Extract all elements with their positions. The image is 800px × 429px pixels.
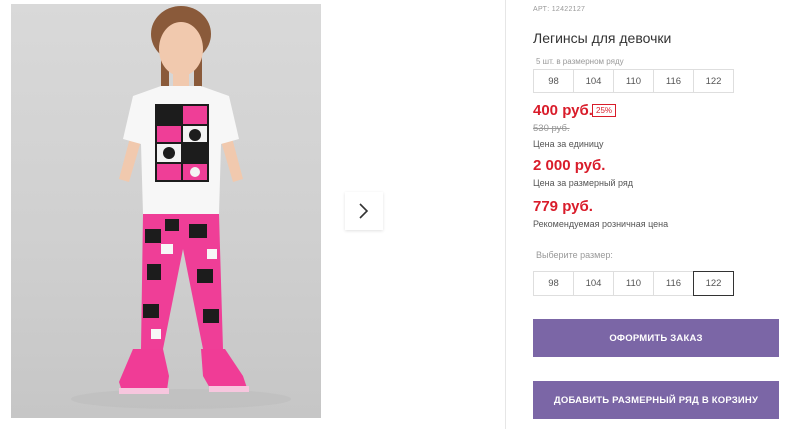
size-selector: 98 104 110 116 122 [533, 271, 734, 296]
product-gallery [0, 0, 506, 429]
choose-size-label: Выберите размер: [536, 250, 613, 260]
product-title: Легинсы для девочки [533, 30, 672, 46]
size-row-list: 98 104 110 116 122 [533, 69, 734, 93]
place-order-button[interactable]: ОФОРМИТЬ ЗАКАЗ [533, 319, 779, 357]
size-row-item: 116 [653, 69, 694, 93]
size-row-label: 5 шт. в размерном ряду [536, 57, 624, 66]
size-option-122[interactable]: 122 [693, 271, 734, 296]
article-number: АРТ: 12422127 [533, 6, 586, 13]
size-row-item: 122 [693, 69, 734, 93]
size-option-98[interactable]: 98 [533, 271, 574, 296]
size-row-item: 98 [533, 69, 574, 93]
product-photo[interactable] [11, 4, 321, 418]
size-row-item: 104 [573, 69, 614, 93]
recommended-price: 779 руб. [533, 198, 593, 215]
add-size-row-to-cart-button[interactable]: ДОБАВИТЬ РАЗМЕРНЫЙ РЯД В КОРЗИНУ [533, 381, 779, 419]
size-option-104[interactable]: 104 [573, 271, 614, 296]
girl-in-leggings-image [71, 6, 291, 409]
discount-badge: 25% [592, 104, 617, 117]
chevron-right-icon [359, 203, 369, 219]
recommended-price-label: Рекомендуемая розничная цена [533, 219, 669, 229]
old-price: 530 руб. [533, 123, 570, 134]
row-price: 2 000 руб. [533, 157, 606, 174]
next-image-button[interactable] [345, 192, 383, 230]
size-option-116[interactable]: 116 [653, 271, 694, 296]
size-row-item: 110 [613, 69, 654, 93]
unit-price-label: Цена за единицу [533, 139, 604, 149]
unit-price: 400 руб. [533, 102, 593, 119]
size-option-110[interactable]: 110 [613, 271, 654, 296]
row-price-label: Цена за размерный ряд [533, 178, 634, 188]
